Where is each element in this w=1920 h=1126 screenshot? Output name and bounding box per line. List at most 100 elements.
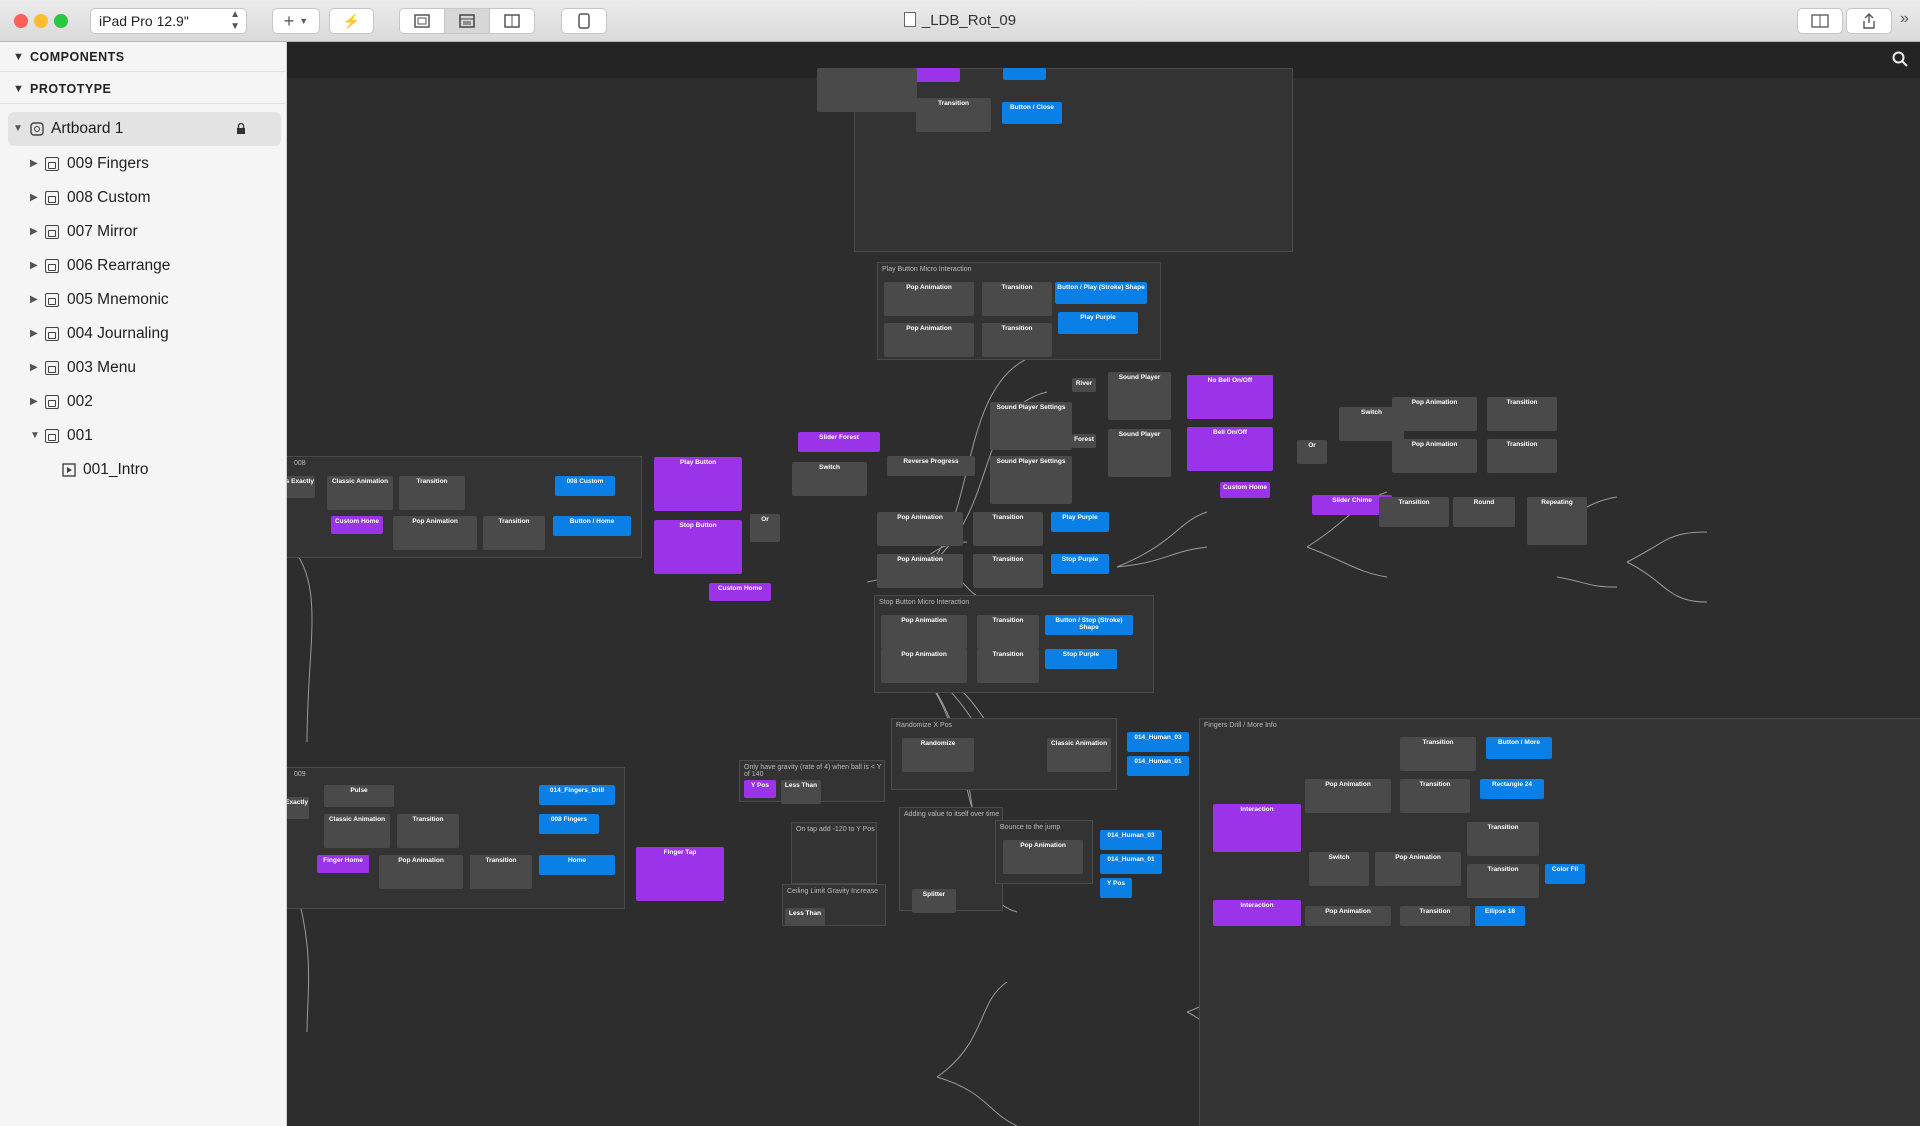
- patch-node-less-than[interactable]: Less Than: [781, 780, 821, 804]
- patch-node-pop-animation[interactable]: Pop Animation: [884, 282, 974, 316]
- patch-node-sound-player-settings[interactable]: Sound Player Settings: [990, 402, 1072, 450]
- patch-node-river[interactable]: River: [1072, 378, 1096, 392]
- patch-node-transition[interactable]: Transition: [982, 282, 1052, 316]
- patch-node-pop-animation[interactable]: Pop Animation: [1375, 852, 1461, 886]
- artboard-row[interactable]: ▼ Artboard 1: [8, 112, 281, 146]
- patch-node-stop-purple[interactable]: Stop Purple: [1045, 649, 1117, 669]
- patch-node-fingers-drill[interactable]: 014_Fingers_Drill: [539, 785, 615, 805]
- patch-node-transition[interactable]: Transition: [1400, 737, 1476, 771]
- patch-node-transition[interactable]: Transition: [977, 615, 1039, 649]
- patch-node-pop-animation[interactable]: Pop Animation: [393, 516, 477, 550]
- patch-node-splitter[interactable]: Splitter: [912, 889, 956, 913]
- patch-node-finger-tap[interactable]: Finger Tap: [636, 847, 724, 901]
- patch-node-sound-player-settings[interactable]: Sound Player Settings: [990, 456, 1072, 504]
- patch-node-transition[interactable]: Transition: [470, 855, 532, 889]
- patch-node-pop-animation[interactable]: Pop Animation: [1003, 840, 1083, 874]
- patch-node[interactable]: [817, 68, 917, 112]
- patch-node-button-close[interactable]: Button / Close: [1002, 102, 1062, 124]
- patch-node-button-home[interactable]: Button / Home: [553, 516, 631, 536]
- patch-node-button-more[interactable]: Button / More: [1486, 737, 1552, 759]
- patch-node-y-pos[interactable]: Y Pos: [1100, 878, 1132, 898]
- patch-node-transition[interactable]: Transition: [483, 516, 545, 550]
- patch-node-pop-animation[interactable]: Pop Animation: [1392, 439, 1477, 473]
- patch-node-color-fill[interactable]: Color Fil: [1545, 864, 1585, 884]
- patch-node-classic-animation[interactable]: Classic Animation: [1047, 738, 1111, 772]
- layer-row-006-rearrange[interactable]: ▶ 006 Rearrange: [0, 249, 287, 283]
- patch-node-y-pos[interactable]: Y Pos: [744, 780, 776, 798]
- patch-node-less-than[interactable]: Less Than: [785, 908, 825, 926]
- patch-node-008-custom[interactable]: 008 Custom: [555, 476, 615, 496]
- patch-node-randomize[interactable]: Randomize: [902, 738, 974, 772]
- patch-node-transition[interactable]: Transition: [982, 323, 1052, 357]
- patch-node-transition[interactable]: Transition: [916, 98, 991, 132]
- patch-node[interactable]: [1003, 68, 1046, 80]
- patch-canvas[interactable]: Play Button Micro Interaction Stop Butto…: [287, 42, 1920, 1126]
- patch-node-transition[interactable]: Transition: [1487, 439, 1557, 473]
- patch-node-play-purple[interactable]: Play Purple: [1058, 312, 1138, 334]
- patch-node-pop-animation[interactable]: Pop Animation: [877, 554, 963, 588]
- patch-node-human-01[interactable]: 014_Human_01: [1100, 854, 1162, 874]
- layer-row-004-journaling[interactable]: ▶ 004 Journaling: [0, 317, 287, 351]
- patch-node-equals-exactly[interactable]: Equals Exactly: [287, 797, 309, 819]
- patch-node-pop-animation[interactable]: Pop Animation: [881, 649, 967, 683]
- toolbar-overflow-icon[interactable]: »: [1900, 10, 1909, 28]
- lock-icon[interactable]: [236, 123, 246, 135]
- patch-node-bell[interactable]: Bell On/Off: [1187, 427, 1273, 471]
- patch-node-transition[interactable]: Transition: [973, 554, 1043, 588]
- patch-node-transition[interactable]: Transition: [1400, 779, 1470, 813]
- layer-row-005-mnemonic[interactable]: ▶ 005 Mnemonic: [0, 283, 287, 317]
- layer-row-003-menu[interactable]: ▶ 003 Menu: [0, 351, 287, 385]
- patch-node-pop-animation[interactable]: Pop Animation: [1305, 906, 1391, 926]
- patch-node-sound-player[interactable]: Sound Player: [1108, 372, 1171, 420]
- patch-node-pulse[interactable]: Pulse: [324, 785, 394, 807]
- patch-node-home[interactable]: Home: [539, 855, 615, 875]
- patch-node-sound-player[interactable]: Sound Player: [1108, 429, 1171, 477]
- patch-node-pop-animation[interactable]: Pop Animation: [379, 855, 463, 889]
- patch-node-pop-animation[interactable]: Pop Animation: [884, 323, 974, 357]
- patch-node-slider-forest[interactable]: Slider Forest: [798, 432, 880, 452]
- patch-node-pop-animation[interactable]: Pop Animation: [881, 615, 967, 649]
- patch-node-transition[interactable]: Transition: [397, 814, 459, 848]
- components-section[interactable]: ▼ COMPONENTS: [0, 42, 287, 72]
- patch-node-transition[interactable]: Transition: [1467, 864, 1539, 898]
- patch-node-custom-home[interactable]: Custom Home: [1220, 482, 1270, 498]
- share-button[interactable]: [1846, 8, 1892, 34]
- patch-node-stop-button[interactable]: Stop Button: [654, 520, 742, 574]
- patch-node-custom-home[interactable]: Custom Home: [709, 583, 771, 601]
- patch-node-switch[interactable]: Switch: [1309, 852, 1369, 886]
- patch-node-play-purple[interactable]: Play Purple: [1051, 512, 1109, 532]
- patch-node-human-01[interactable]: 014_Human_01: [1127, 756, 1189, 776]
- patch-node-switch[interactable]: Switch: [792, 462, 867, 496]
- patch-node-transition[interactable]: Transition: [399, 476, 465, 510]
- patch-node-transition[interactable]: Transition: [1400, 906, 1470, 926]
- patch-node-or[interactable]: Or: [1297, 440, 1327, 464]
- layer-row-002[interactable]: ▶ 002: [0, 385, 287, 419]
- patch-node-finger-home[interactable]: Finger Home: [317, 855, 369, 873]
- layer-row-001-intro[interactable]: 001_Intro: [0, 453, 287, 487]
- patch-node-or[interactable]: Or: [750, 514, 780, 542]
- patch-node-play-button[interactable]: Play Button: [654, 457, 742, 511]
- patch-node-classic-animation[interactable]: Classic Animation: [327, 476, 393, 510]
- node-group-tap-add[interactable]: On tap add -120 to Y Pos: [791, 822, 877, 884]
- patch-node-interaction[interactable]: Interaction: [1213, 900, 1301, 926]
- patch-node-human-03[interactable]: 014_Human_03: [1127, 732, 1189, 752]
- layer-row-007-mirror[interactable]: ▶ 007 Mirror: [0, 215, 287, 249]
- patch-node-transition[interactable]: Transition: [1379, 497, 1449, 527]
- patch-node-stop-purple[interactable]: Stop Purple: [1051, 554, 1109, 574]
- layer-row-008-custom[interactable]: ▶ 008 Custom: [0, 181, 287, 215]
- patch-node-ellipse-18[interactable]: Ellipse 18: [1475, 906, 1525, 926]
- patch-node-008-fingers[interactable]: 008 Fingers: [539, 814, 599, 834]
- layer-row-009-fingers[interactable]: ▶ 009 Fingers: [0, 147, 287, 181]
- patch-node-repeating[interactable]: Repeating: [1527, 497, 1587, 545]
- patch-node-forest[interactable]: Forest: [1072, 434, 1096, 448]
- patch-node-no-bell[interactable]: No Bell On/Off: [1187, 375, 1273, 419]
- patch-node-button-stop-shape[interactable]: Button / Stop (Stroke) Shape: [1045, 615, 1133, 635]
- patch-node-transition[interactable]: Transition: [1467, 822, 1539, 856]
- patch-node-human-03[interactable]: 014_Human_03: [1100, 830, 1162, 850]
- prototype-section[interactable]: ▼ PROTOTYPE: [0, 74, 287, 104]
- patch-node-pop-animation[interactable]: Pop Animation: [1305, 779, 1391, 813]
- layer-row-001[interactable]: ▼ 001: [0, 419, 287, 453]
- patch-node-rectangle-24[interactable]: Rectangle 24: [1480, 779, 1544, 799]
- patch-node-custom-home[interactable]: Custom Home: [331, 516, 383, 534]
- mirror-button[interactable]: [1797, 8, 1843, 34]
